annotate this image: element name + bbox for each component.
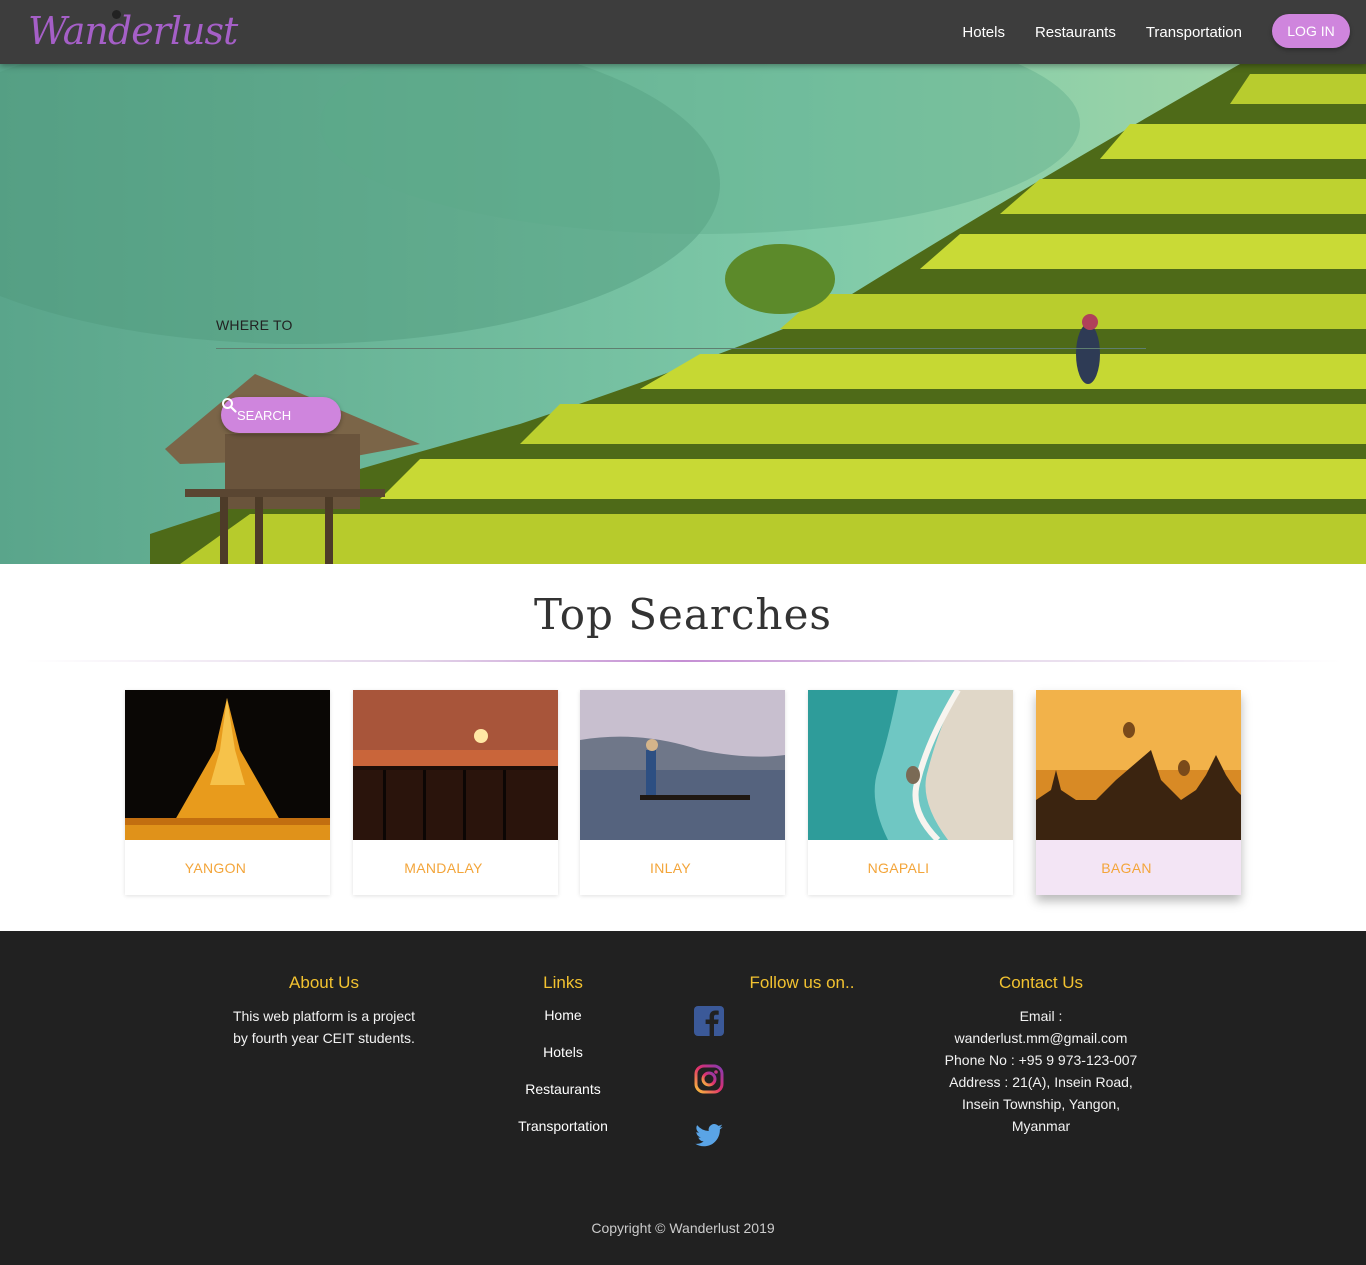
logo-dot-decoration [112, 10, 121, 19]
inlay-image [580, 690, 785, 840]
contact-us-heading: Contact Us [998, 973, 1084, 992]
destination-card-inlay[interactable]: INLAY [580, 690, 785, 895]
navbar: Wanderlust Hotels Restaurants Transporta… [0, 0, 1366, 64]
destination-card-mandalay[interactable]: MANDALAY [353, 690, 558, 895]
links-heading: Links [543, 973, 583, 992]
contact-email-value[interactable]: wanderlust.mm@gmail.com [921, 1027, 1161, 1049]
hero-background-image [0, 64, 1366, 564]
about-us-heading: About Us [289, 973, 359, 992]
section-divider [24, 660, 1342, 662]
bagan-image [1036, 690, 1241, 840]
brand-logo[interactable]: Wanderlust [28, 8, 238, 54]
nav-link-transportation[interactable]: Transportation [1146, 24, 1242, 41]
destination-card-yangon[interactable]: YANGON [125, 690, 330, 895]
where-to-input-underline [216, 348, 1146, 349]
contact-address-line1: Address : 21(A), Insein Road, [949, 1074, 1133, 1090]
footer-link-transportation[interactable]: Transportation [463, 1118, 663, 1134]
destination-card-ngapali[interactable]: NGAPALI [808, 690, 1013, 895]
footer-link-restaurants[interactable]: Restaurants [463, 1081, 663, 1097]
twitter-icon[interactable] [694, 1121, 724, 1151]
search-button-label: SEARCH [237, 407, 292, 423]
nav-link-hotels[interactable]: Hotels [962, 24, 1005, 41]
nav-links: Hotels Restaurants Transportation [962, 0, 1242, 64]
contact-address-line3: Myanmar [1011, 1118, 1071, 1134]
mandalay-image [353, 690, 558, 840]
yangon-image [125, 690, 330, 840]
about-us-text-line1: This web platform is a project [232, 1008, 416, 1024]
contact-phone: Phone No : +95 9 973-123-007 [944, 1052, 1138, 1068]
contact-address-line2: Insein Township, Yangon, [961, 1096, 1120, 1112]
copyright-text: Copyright © Wanderlust 2019 [591, 1220, 775, 1236]
card-label-yangon: YANGON [184, 859, 247, 876]
footer-link-home[interactable]: Home [463, 1007, 663, 1023]
follow-us-heading: Follow us on.. [749, 973, 855, 992]
contact-email-label: Email : [1019, 1008, 1063, 1024]
about-us-text-line2: by fourth year CEIT students. [233, 1030, 415, 1046]
card-label-inlay: INLAY [650, 859, 691, 876]
ngapali-image [808, 690, 1013, 840]
instagram-icon[interactable] [694, 1064, 724, 1094]
card-label-mandalay: MANDALAY [404, 859, 483, 876]
hero-banner: WHERE TO SEARCH [0, 64, 1366, 564]
destination-card-bagan[interactable]: BAGAN [1036, 690, 1241, 895]
nav-link-restaurants[interactable]: Restaurants [1035, 24, 1116, 41]
where-to-label[interactable]: WHERE TO [216, 317, 293, 333]
top-searches-title: Top Searches [533, 590, 832, 639]
card-label-ngapali: NGAPALI [867, 859, 930, 876]
footer-link-hotels[interactable]: Hotels [463, 1044, 663, 1060]
login-button[interactable]: LOG IN [1272, 14, 1350, 48]
footer: About Us This web platform is a project … [0, 931, 1366, 1265]
search-button[interactable]: SEARCH [221, 397, 341, 433]
facebook-icon[interactable] [694, 1006, 724, 1036]
card-label-bagan: BAGAN [1036, 840, 1241, 895]
